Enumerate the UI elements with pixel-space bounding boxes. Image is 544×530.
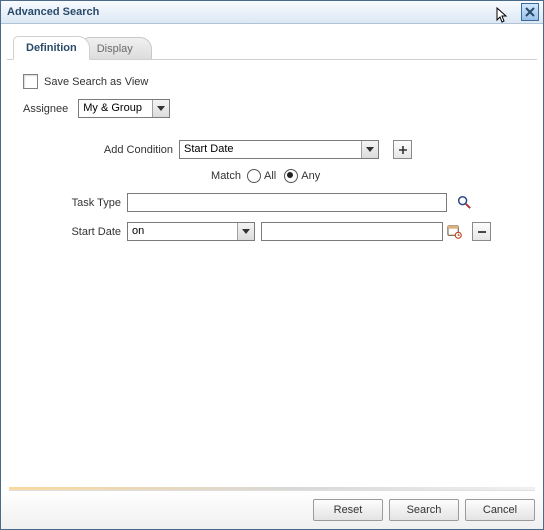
window-title: Advanced Search	[5, 6, 521, 18]
assignee-row: Assignee My & Group	[23, 99, 525, 118]
start-date-row: Start Date on	[23, 222, 525, 241]
assignee-value: My & Group	[79, 100, 152, 117]
start-date-input[interactable]	[261, 222, 443, 241]
start-date-label: Start Date	[23, 226, 127, 238]
task-type-lookup-button[interactable]	[457, 195, 472, 210]
match-any-label: Any	[301, 170, 320, 182]
match-any-radio[interactable]: Any	[284, 169, 320, 183]
match-row: Match All Any	[23, 169, 525, 183]
tab-label: Definition	[26, 42, 77, 54]
tab-definition[interactable]: Definition	[13, 36, 90, 60]
assignee-label: Assignee	[23, 103, 74, 115]
task-type-input[interactable]	[127, 193, 447, 212]
date-picker-button[interactable]	[447, 224, 462, 239]
task-type-row: Task Type	[23, 193, 525, 212]
tab-display[interactable]: Display	[84, 37, 152, 60]
definition-panel: Save Search as View Assignee My & Group …	[1, 60, 543, 487]
assignee-select[interactable]: My & Group	[78, 99, 170, 118]
save-as-view-checkbox[interactable]	[23, 74, 38, 89]
task-type-label: Task Type	[23, 197, 127, 209]
button-label: Cancel	[483, 504, 517, 516]
dialog-body: Definition Display Save Search as View A…	[1, 24, 543, 529]
match-label: Match	[23, 170, 247, 182]
reset-button[interactable]: Reset	[313, 499, 383, 521]
match-all-radio[interactable]: All	[247, 169, 276, 183]
radio-icon	[284, 169, 298, 183]
start-date-operator-select[interactable]: on	[127, 222, 255, 241]
button-label: Search	[407, 504, 442, 516]
title-bar: Advanced Search	[1, 1, 543, 24]
save-as-view-label: Save Search as View	[44, 76, 148, 88]
close-button[interactable]	[521, 3, 539, 21]
chevron-down-icon	[237, 223, 254, 240]
add-condition-label: Add Condition	[23, 144, 179, 156]
match-all-label: All	[264, 170, 276, 182]
search-button[interactable]: Search	[389, 499, 459, 521]
chevron-down-icon	[361, 141, 378, 158]
tab-strip: Definition Display	[13, 34, 543, 60]
cancel-button[interactable]: Cancel	[465, 499, 535, 521]
dialog-footer: Reset Search Cancel	[1, 491, 543, 529]
radio-icon	[247, 169, 261, 183]
advanced-search-dialog: Advanced Search Definition Display Save …	[0, 0, 544, 530]
add-condition-value: Start Date	[180, 141, 361, 158]
add-condition-button[interactable]	[393, 140, 412, 159]
remove-condition-button[interactable]	[472, 222, 491, 241]
chevron-down-icon	[152, 100, 169, 117]
add-condition-row: Add Condition Start Date	[23, 140, 525, 159]
save-as-view-row: Save Search as View	[23, 74, 525, 89]
add-condition-select[interactable]: Start Date	[179, 140, 379, 159]
button-label: Reset	[334, 504, 363, 516]
tab-label: Display	[97, 43, 133, 55]
start-date-operator-value: on	[128, 223, 237, 240]
